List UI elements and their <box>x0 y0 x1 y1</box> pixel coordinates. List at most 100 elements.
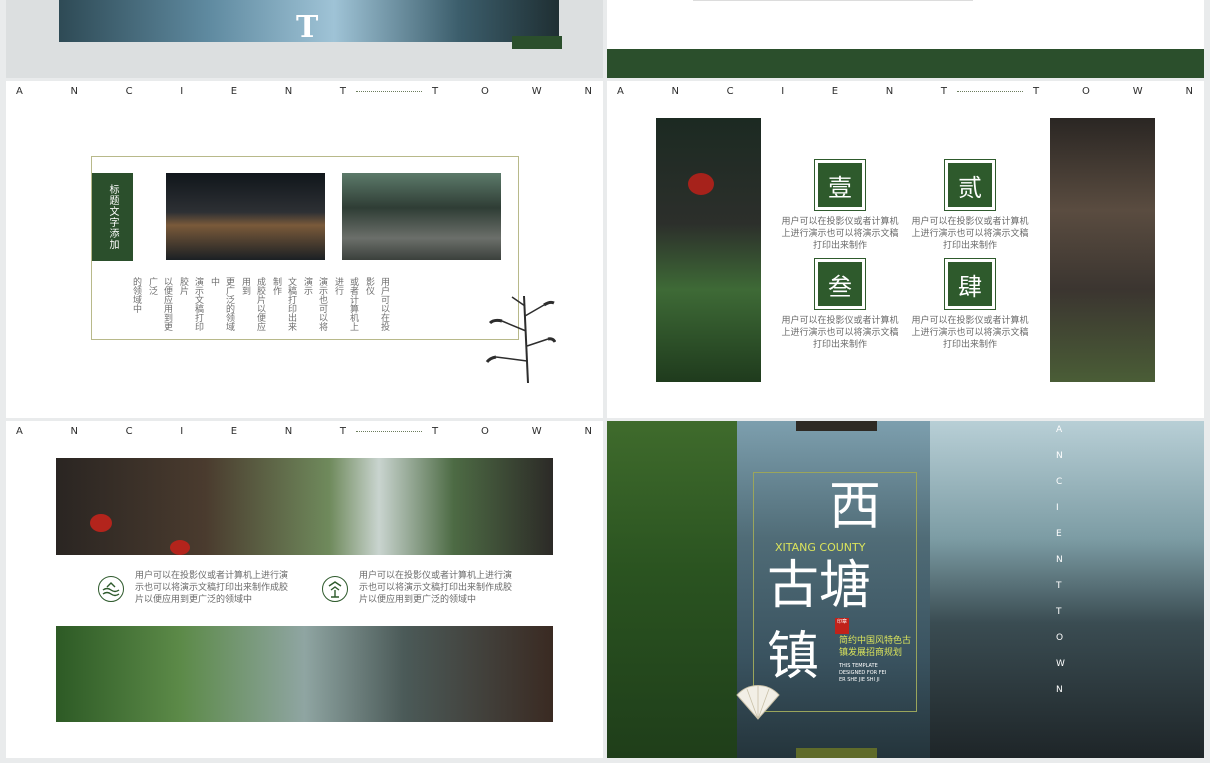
tracker-letter: W <box>531 86 542 97</box>
tracker-letter: I <box>781 86 785 97</box>
ancient-town-header: ANCIENT TOWN <box>16 86 601 97</box>
rooftops-right-photo <box>930 421 1204 758</box>
slide-6[interactable]: 西 XITANG COUNTY 古塘 印章 简约中国风特色古镇发展招商规划 镇 … <box>607 421 1204 758</box>
tracker-letter: T <box>432 426 439 437</box>
tracker-letter: T <box>432 86 439 97</box>
tracker-letter: T <box>940 86 947 97</box>
lantern-icon <box>688 173 714 195</box>
vertical-letter: T <box>1056 607 1062 617</box>
paragraph-column: 演示也可以将演示 <box>302 277 327 331</box>
small-en-3: ER SHE JIE SHI JI <box>839 677 880 683</box>
paragraph-columns: 用户可以在投影仪 或者计算机上进行 演示也可以将演示 文稿打印出来制作 成胶片以便应用到… <box>128 277 391 337</box>
lantern-street-photo <box>56 458 553 555</box>
paragraph-column: 用户可以在投影仪 <box>364 277 389 331</box>
tracker-letter: E <box>831 86 839 97</box>
tracker-letter: N <box>671 86 679 97</box>
feature-text-1: 用户可以在投影仪或者计算机上进行演示也可以将演示文稿打印出来制作成胶片以便应用到… <box>135 571 289 605</box>
slide-5[interactable]: A N C I E N T T O W N 用户可以在投影仪或者计算机上进行演示也可以将演示文稿打… <box>6 421 603 758</box>
bamboo-icon <box>485 295 556 384</box>
paragraph-column: 以便应用到更广泛 <box>147 277 172 331</box>
ancient-town-header: ANCIENT TOWN <box>16 426 601 437</box>
water-icon <box>98 576 124 602</box>
lantern-icon <box>170 540 190 555</box>
tracker-letter: N <box>885 86 894 97</box>
tracker-letter: N <box>70 426 78 437</box>
slide-2[interactable] <box>607 0 1204 78</box>
tracker-letter: T <box>339 426 346 437</box>
tracker-letter: O <box>480 86 489 97</box>
tagline: 简约中国风特色古镇发展招商规划 <box>839 636 912 658</box>
small-en-2: DESIGNED FOR FEI <box>839 670 887 676</box>
wooden-house-photo <box>1050 118 1155 382</box>
title-gutang: 古塘 <box>767 556 872 616</box>
slide-4[interactable]: A N C I E N T T O W N 壹 贰 用户可以在投影仪或者计算机上进行演示也可以将演… <box>607 81 1204 418</box>
pagoda-icon <box>322 576 348 602</box>
vertical-title-box: 标题文字添加 <box>92 173 133 261</box>
vertical-letter: N <box>1056 685 1063 695</box>
fan-icon <box>736 685 780 720</box>
vertical-letter: W <box>1056 659 1065 669</box>
item-desc-4: 用户可以在投影仪或者计算机上进行演示也可以将演示文稿打印出来制作 <box>911 316 1029 350</box>
tracker-letter: O <box>480 426 489 437</box>
lantern-icon <box>90 514 112 532</box>
tracker-letter: I <box>180 426 184 437</box>
numeral-box-3: 叁 <box>814 258 866 310</box>
tracker-letter: N <box>584 86 592 97</box>
tracker-letter: E <box>230 86 238 97</box>
tracker-letter: W <box>531 426 542 437</box>
paragraph-column: 文稿打印出来制作 <box>271 277 296 331</box>
tracker-letter: E <box>230 426 238 437</box>
lantern-building-photo <box>656 118 761 382</box>
vertical-letter: N <box>1056 451 1063 461</box>
vertical-ancient-town: A N C I E N T T O W N <box>1056 425 1065 695</box>
tracker-letter: N <box>584 426 592 437</box>
tracker-letter: C <box>726 86 734 97</box>
item-desc-2: 用户可以在投影仪或者计算机上进行演示也可以将演示文稿打印出来制作 <box>911 217 1029 251</box>
rainy-street-photo <box>342 173 501 260</box>
tracker-letter: N <box>1185 86 1193 97</box>
numeral-box-4: 肆 <box>944 258 996 310</box>
tracker-letter: A <box>16 86 23 97</box>
numeral-box-1: 壹 <box>814 159 866 211</box>
ancient-town-header: ANCIENT TOWN <box>617 86 1202 97</box>
vertical-title: 标题文字添加 <box>107 184 118 250</box>
vertical-letter: T <box>1056 581 1062 591</box>
tracker-letter: C <box>125 426 133 437</box>
tracker-letter: T <box>339 86 346 97</box>
foliage-left-photo <box>607 421 737 758</box>
slide-1[interactable]: T <box>6 0 603 78</box>
tracker-letter: O <box>1081 86 1090 97</box>
numeral-box-2: 贰 <box>944 159 996 211</box>
tracker-letter: W <box>1132 86 1143 97</box>
seal-stamp: 印章 <box>835 618 849 634</box>
canal-photo <box>56 626 553 722</box>
vertical-letter: I <box>1056 503 1059 513</box>
vertical-letter: A <box>1056 425 1063 435</box>
tracker-letter: N <box>284 426 293 437</box>
vertical-letter: E <box>1056 529 1062 539</box>
slide-1-green-accent <box>512 36 562 49</box>
paragraph-column: 的领域中 <box>131 277 141 313</box>
tracker-letter: I <box>180 86 184 97</box>
slide-1-title-fragment: T <box>296 10 319 45</box>
tracker-letter: N <box>70 86 78 97</box>
vertical-letter: N <box>1056 555 1063 565</box>
item-desc-3: 用户可以在投影仪或者计算机上进行演示也可以将演示文稿打印出来制作 <box>781 316 899 350</box>
tracker-letter: A <box>617 86 624 97</box>
center-bottom-bar <box>796 748 877 758</box>
subtitle-en: XITANG COUNTY <box>775 541 866 554</box>
center-top-bar <box>796 421 877 431</box>
slide-2-green-band <box>607 49 1204 78</box>
title-xi: 西 <box>829 477 882 537</box>
small-en-1: THIS TEMPLATE <box>839 663 878 669</box>
night-street-photo <box>166 173 325 260</box>
vertical-letter: O <box>1056 633 1064 643</box>
paragraph-column: 更广泛的领域中 <box>209 277 234 331</box>
item-desc-1: 用户可以在投影仪或者计算机上进行演示也可以将演示文稿打印出来制作 <box>781 217 899 251</box>
feature-text-2: 用户可以在投影仪或者计算机上进行演示也可以将演示文稿打印出来制作成胶片以便应用到… <box>359 571 513 605</box>
slide-3[interactable]: A N C I E N T T O W N 标题文字添加 用户可以在投影仪 或者计算机上进行 演示也可… <box>6 81 603 418</box>
tracker-letter: A <box>16 426 23 437</box>
paragraph-column: 成胶片以便应用到 <box>240 277 265 331</box>
slide-2-top-line <box>693 0 973 1</box>
paragraph-column: 演示文稿打印胶片 <box>178 277 203 331</box>
